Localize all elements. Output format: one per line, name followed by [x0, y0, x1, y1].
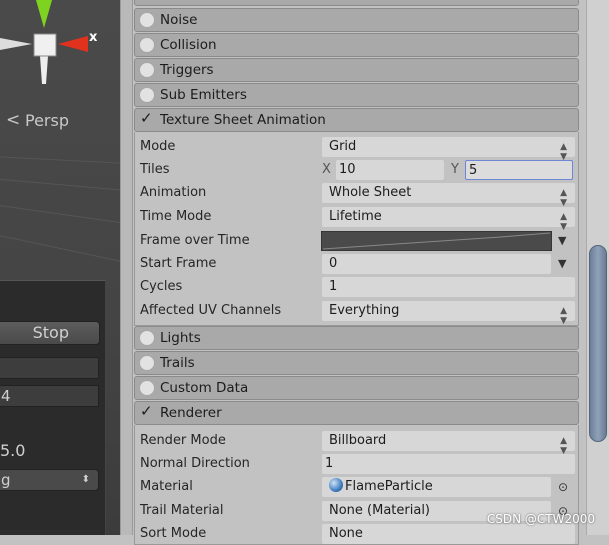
property-label: Cycles [140, 279, 183, 294]
tiles-y-label: Y [451, 162, 459, 177]
module-label: Trails [160, 355, 195, 371]
dropdown-value: Lifetime [329, 209, 382, 224]
curve-dropdown-icon[interactable]: ▼ [558, 234, 566, 247]
dropdown-arrows-icon: ⬍ [81, 474, 90, 485]
module-trails[interactable]: Trails [134, 351, 579, 375]
projection-label[interactable]: Persp [25, 111, 69, 130]
module-collision[interactable]: Collision [134, 33, 579, 57]
property-label: Trail Material [140, 503, 224, 518]
property-label: Tiles [140, 162, 170, 177]
overlay-field[interactable] [0, 357, 99, 379]
module-texture-sheet-animation[interactable]: ✓ Texture Sheet Animation [134, 108, 579, 132]
module-toggle[interactable] [140, 331, 154, 345]
module-header[interactable] [134, 0, 579, 6]
animation-dropdown[interactable]: Whole Sheet ▲ ▼ [322, 183, 575, 208]
module-label: Texture Sheet Animation [160, 112, 326, 128]
property-label: Affected UV Channels [140, 303, 282, 318]
module-custom-data[interactable]: Custom Data [134, 376, 579, 400]
property-label: Animation [140, 185, 207, 200]
scene-gizmo[interactable] [0, 0, 110, 110]
property-label: Time Mode [140, 209, 212, 224]
dropdown-value: Grid [329, 139, 357, 154]
cycles-input[interactable]: 1 [322, 277, 575, 297]
watermark: CSDN @CTW2000 [486, 512, 595, 526]
module-toggle[interactable] [140, 381, 154, 395]
module-sub-emitters[interactable]: Sub Emitters [134, 83, 579, 107]
field-value: FlameParticle [345, 479, 433, 494]
module-renderer[interactable]: ✓ Renderer [134, 401, 579, 425]
overlay-field[interactable]: 4 [0, 385, 99, 407]
dropdown-arrows-icon: ▲ ▼ [560, 306, 567, 326]
module-label: Renderer [160, 405, 222, 421]
row-time-mode: Time Mode Lifetime ▲ ▼ [140, 206, 580, 232]
row-start-frame: Start Frame 0 ▼ [140, 253, 580, 275]
object-picker-icon[interactable]: ⊙ [558, 480, 568, 494]
row-animation: Animation Whole Sheet ▲ ▼ [140, 182, 580, 208]
checkmark-icon[interactable]: ✓ [140, 109, 153, 127]
tiles-x-label: X [322, 162, 331, 177]
particle-effect-overlay: Stop 4 5.0 g ⬍ [0, 280, 106, 535]
stop-button[interactable]: Stop [0, 321, 100, 345]
module-toggle[interactable] [140, 356, 154, 370]
panel-divider[interactable] [120, 0, 133, 535]
module-label: Lights [160, 330, 201, 346]
module-label: Triggers [160, 62, 214, 78]
normal-direction-input[interactable]: 1 [322, 454, 575, 474]
row-frame-over-time: Frame over Time ▼ [140, 230, 580, 252]
mode-dropdown[interactable]: Grid ▲ ▼ [322, 137, 575, 162]
row-material: Material FlameParticle ⊙ [140, 476, 580, 498]
row-mode: Mode Grid ▲ ▼ [140, 136, 580, 162]
curve-dropdown-icon[interactable]: ▼ [558, 257, 566, 270]
dropdown-value: None [329, 526, 363, 541]
row-cycles: Cycles 1 [140, 276, 580, 298]
module-noise[interactable]: Noise [134, 8, 579, 32]
checkmark-icon[interactable]: ✓ [140, 402, 153, 420]
scene-view[interactable]: x < Persp Stop 4 5.0 g ⬍ [0, 0, 120, 535]
module-toggle[interactable] [140, 88, 154, 102]
sort-mode-dropdown[interactable]: None [322, 524, 575, 544]
module-label: Collision [160, 37, 217, 53]
scrollbar-thumb[interactable] [589, 245, 607, 442]
row-normal-direction: Normal Direction 1 [140, 453, 580, 475]
module-triggers[interactable]: Triggers [134, 58, 579, 82]
module-label: Sub Emitters [160, 87, 247, 103]
overlay-dropdown[interactable]: g ⬍ [0, 469, 99, 491]
overlay-value: 5.0 [0, 441, 26, 460]
tiles-x-input[interactable]: 10 [336, 160, 444, 180]
property-label: Frame over Time [140, 233, 250, 248]
row-tiles: Tiles X 10 Y 5 [140, 159, 580, 181]
tiles-y-input[interactable]: 5 [465, 160, 573, 180]
material-field[interactable]: FlameParticle [322, 477, 551, 497]
module-label: Noise [160, 12, 198, 28]
module-label: Custom Data [160, 380, 249, 396]
module-toggle[interactable] [140, 63, 154, 77]
render-mode-dropdown[interactable]: Billboard ▲ ▼ [322, 431, 575, 456]
x-axis-label: x [89, 30, 98, 45]
dropdown-arrows-icon: ▲ ▼ [560, 212, 567, 232]
frame-over-time-curve[interactable] [321, 231, 552, 251]
row-sort-mode: Sort Mode None [140, 523, 580, 545]
dropdown-value: Billboard [329, 433, 387, 448]
module-toggle[interactable] [140, 38, 154, 52]
dropdown-value: g [1, 471, 11, 489]
property-label: Normal Direction [140, 456, 250, 471]
uv-channels-dropdown[interactable]: Everything ▲ ▼ [322, 301, 575, 326]
dropdown-arrows-icon: ▲ ▼ [560, 188, 567, 208]
row-affected-uv-channels: Affected UV Channels Everything ▲ ▼ [140, 300, 580, 326]
property-label: Start Frame [140, 256, 217, 271]
property-label: Material [140, 479, 193, 494]
dropdown-value: Whole Sheet [329, 185, 412, 200]
start-frame-input[interactable]: 0 [322, 254, 551, 274]
module-toggle[interactable] [140, 13, 154, 27]
property-label: Mode [140, 139, 176, 154]
dropdown-value: Everything [329, 303, 400, 318]
property-label: Render Mode [140, 433, 226, 448]
module-lights[interactable]: Lights [134, 326, 579, 350]
row-render-mode: Render Mode Billboard ▲ ▼ [140, 430, 580, 456]
property-label: Sort Mode [140, 526, 207, 541]
chevron-left-icon[interactable]: < [6, 110, 20, 130]
time-mode-dropdown[interactable]: Lifetime ▲ ▼ [322, 207, 575, 232]
material-sphere-icon [329, 478, 343, 492]
